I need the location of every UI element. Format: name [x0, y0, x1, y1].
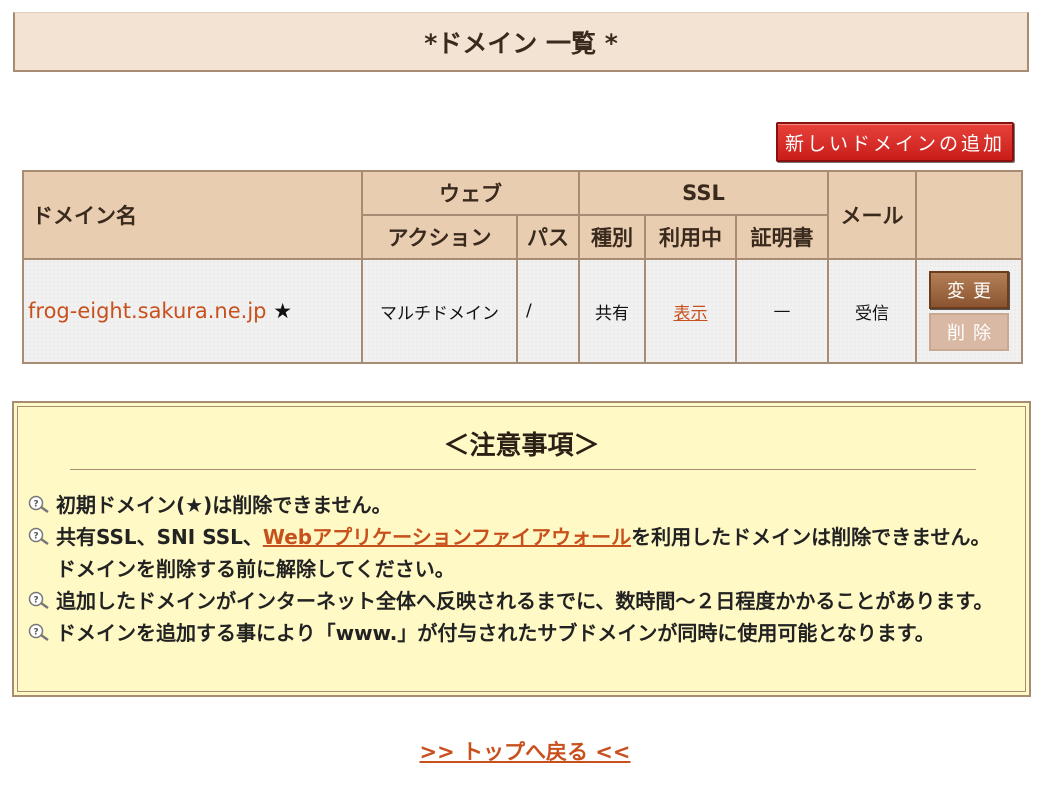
- magnifier-question-icon: ?: [28, 623, 49, 641]
- certificate-cell: —: [734, 258, 830, 364]
- header-domain-name: ドメイン名: [22, 170, 363, 260]
- star-icon: ★: [273, 299, 293, 323]
- header-action: アクション: [361, 214, 518, 260]
- domain-name-cell: frog-eight.sakura.ne.jp ★: [22, 258, 363, 364]
- notice-item: ? 初期ドメイン(★)は削除できません。: [28, 489, 1008, 521]
- ssl-in-use-cell: 表示: [644, 258, 737, 364]
- path-cell: /: [516, 258, 580, 364]
- mail-cell: 受信: [827, 258, 918, 364]
- delete-button: 削除: [929, 313, 1010, 351]
- action-value: マルチドメイン: [380, 303, 499, 324]
- header-operations: [915, 170, 1024, 260]
- header-certificate: 証明書: [734, 214, 830, 260]
- mail-value: 受信: [855, 303, 890, 324]
- action-cell: マルチドメイン: [361, 258, 518, 364]
- header-ssl: SSL: [577, 170, 830, 216]
- magnifier-question-icon: ?: [28, 591, 49, 609]
- notice-item-text: 初期ドメイン(★)は削除できません。: [56, 493, 392, 517]
- notice-item: ? ドメインを追加する事により「www.」が付与されたサブドメインが同時に使用可…: [28, 617, 1008, 649]
- domain-table: ドメイン名 ウェブ SSL メール アクション パス 種別 利用中 証明書 fr…: [22, 170, 1024, 364]
- certificate-value: —: [773, 301, 791, 321]
- svg-text:?: ?: [33, 532, 38, 542]
- path-value: /: [526, 301, 532, 321]
- svg-text:?: ?: [33, 500, 38, 510]
- svg-text:?: ?: [33, 596, 38, 606]
- operations-cell: 変更 削除: [915, 258, 1024, 364]
- notice-item: ? 共有SSL、SNI SSL、Webアプリケーションファイアウォールを利用した…: [28, 521, 1008, 585]
- domain-name: frog-eight.sakura.ne.jp: [28, 299, 267, 323]
- ssl-show-link[interactable]: 表示: [674, 304, 708, 324]
- header-ssl-in-use: 利用中: [644, 214, 737, 260]
- waf-link[interactable]: Webアプリケーションファイアウォール: [263, 525, 631, 549]
- header-mail: メール: [827, 170, 918, 260]
- page-title: *ドメイン 一覧 *: [13, 12, 1029, 72]
- header-ssl-type: 種別: [578, 214, 646, 260]
- back-to-top-container: >> トップへ戻る <<: [0, 736, 1050, 766]
- notice-item-text: ドメインを追加する事により「www.」が付与されたサブドメインが同時に使用可能と…: [56, 621, 935, 645]
- notice-item-text: 追加したドメインがインターネット全体へ反映されるまでに、数時間〜２日程度かかるこ…: [56, 589, 994, 613]
- add-domain-button[interactable]: 新しいドメインの追加: [776, 122, 1014, 162]
- header-web: ウェブ: [361, 170, 580, 216]
- notice-divider: [70, 469, 976, 470]
- ssl-type-cell: 共有: [578, 258, 646, 364]
- magnifier-question-icon: ?: [28, 495, 49, 513]
- table-row: frog-eight.sakura.ne.jp ★ マルチドメイン / 共有 表…: [22, 258, 1024, 364]
- magnifier-question-icon: ?: [28, 527, 49, 545]
- notice-item-text: 共有SSL、SNI SSL、: [56, 525, 263, 549]
- change-button[interactable]: 変更: [929, 271, 1010, 309]
- back-to-top-link[interactable]: >> トップへ戻る <<: [419, 740, 630, 764]
- notice-item: ? 追加したドメインがインターネット全体へ反映されるまでに、数時間〜２日程度かか…: [28, 585, 1008, 617]
- svg-text:?: ?: [33, 628, 38, 638]
- notice-list: ? 初期ドメイン(★)は削除できません。 ? 共有SSL、SNI SSL、Web…: [28, 489, 1008, 649]
- notice-box: ＜注意事項＞ ? 初期ドメイン(★)は削除できません。 ? 共有SSL、SNI …: [12, 401, 1031, 697]
- header-path: パス: [516, 214, 580, 260]
- notice-title: ＜注意事項＞: [443, 431, 600, 461]
- ssl-type-value: 共有: [595, 303, 629, 324]
